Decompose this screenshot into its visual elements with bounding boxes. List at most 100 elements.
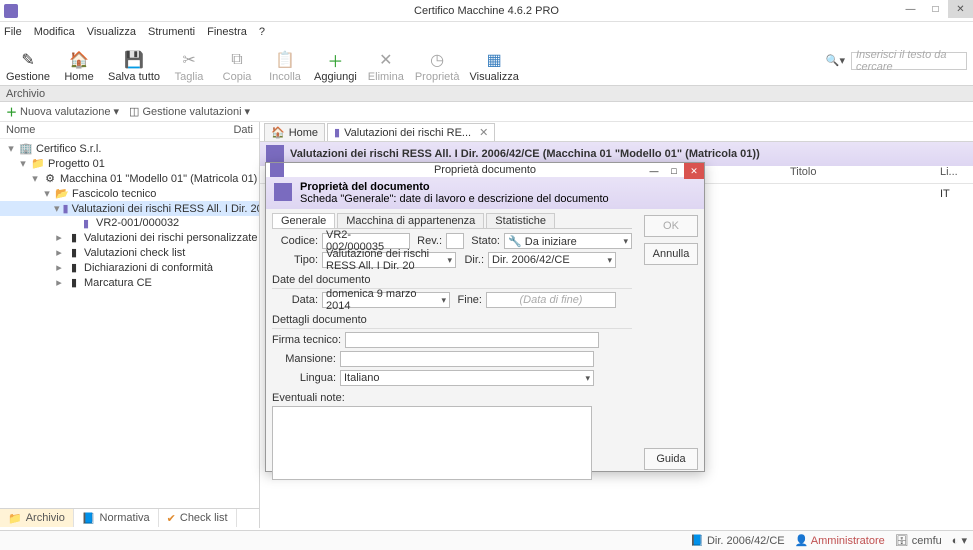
btab-normativa[interactable]: 📘Normativa xyxy=(74,509,159,527)
status-bar: 📘 Dir. 2006/42/CE 👤 Amministratore 🗄 cem… xyxy=(0,530,973,550)
lbl-stato: Stato: xyxy=(468,235,500,247)
tab-valutazioni[interactable]: ▮Valutazioni dei rischi RE...✕ xyxy=(327,123,495,141)
input-rev[interactable] xyxy=(446,233,464,249)
doc-icon: ▮ xyxy=(334,126,340,139)
tab-close-icon[interactable]: ✕ xyxy=(479,126,488,139)
lbl-tipo: Tipo: xyxy=(272,254,318,266)
btab-archivio[interactable]: 📁Archivio xyxy=(0,509,74,527)
status-dir: 📘 Dir. 2006/42/CE xyxy=(690,534,784,547)
nuova-valutazione-button[interactable]: ＋Nuova valutazione▾ xyxy=(6,104,119,120)
lbl-codice: Codice: xyxy=(272,235,318,247)
ce-icon: ▮ xyxy=(67,277,81,289)
search-icon[interactable]: 🔍▾ xyxy=(826,54,845,67)
tree-macchina[interactable]: ▾⚙Macchina 01 "Modello 01" (Matricola 01… xyxy=(0,171,259,186)
select-lingua[interactable]: Italiano▾ xyxy=(340,370,594,386)
menu-visualizza[interactable]: Visualizza xyxy=(87,26,136,38)
lbl-dir: Dir.: xyxy=(460,254,484,266)
ribbon-salva[interactable]: 💾Salva tutto xyxy=(108,50,160,83)
banner-icon xyxy=(266,145,284,163)
dialog-titlebar[interactable]: Proprietà documento — □ ✕ xyxy=(266,163,704,177)
menu-file[interactable]: File xyxy=(4,26,22,38)
btab-checklist[interactable]: ✔Check list xyxy=(159,509,237,527)
dialog-banner: Proprietà del documento Scheda "Generale… xyxy=(266,177,704,209)
cut-icon: ✂ xyxy=(179,50,199,70)
dlg-tab-generale[interactable]: Generale xyxy=(272,213,335,228)
tree-val-check[interactable]: ▸▮Valutazioni check list xyxy=(0,245,259,260)
tree-col-nome[interactable]: Nome xyxy=(6,124,35,136)
input-mansione[interactable] xyxy=(340,351,594,367)
folder-icon: 📂 xyxy=(55,188,69,200)
ok-button[interactable]: OK xyxy=(644,215,698,237)
menu-finestra[interactable]: Finestra xyxy=(207,26,247,38)
tree-marc[interactable]: ▸▮Marcatura CE xyxy=(0,275,259,290)
archive-icon: 📁 xyxy=(8,512,22,525)
ribbon-visualizza[interactable]: ▦Visualizza xyxy=(469,50,518,83)
dialog-banner-title: Proprietà del documento xyxy=(300,181,430,193)
section-dettagli: Dettagli documento xyxy=(272,314,632,326)
tree-col-dati[interactable]: Dati xyxy=(233,124,253,136)
ribbon-copia[interactable]: ⧉Copia xyxy=(218,50,256,83)
dlg-tab-stat[interactable]: Statistiche xyxy=(486,213,555,228)
dialog-proprieta: Proprietà documento — □ ✕ Proprietà del … xyxy=(265,162,705,472)
input-firma[interactable] xyxy=(345,332,599,348)
gestione-valutazioni-button[interactable]: ◫Gestione valutazioni▾ xyxy=(129,105,250,118)
dialog-icon xyxy=(270,163,284,177)
app-icon xyxy=(4,4,18,18)
tree-fascicolo[interactable]: ▾📂Fascicolo tecnico xyxy=(0,186,259,201)
ribbon-elimina[interactable]: ✕Elimina xyxy=(367,50,405,83)
home-icon: 🏠 xyxy=(271,126,285,139)
ribbon-incolla[interactable]: 📋Incolla xyxy=(266,50,304,83)
doc-icon: ▮ xyxy=(67,232,81,244)
section-date: Date del documento xyxy=(272,274,632,286)
annulla-button[interactable]: Annulla xyxy=(644,243,698,265)
tree-dich[interactable]: ▸▮Dichiarazioni di conformità xyxy=(0,260,259,275)
input-fine[interactable]: (Data di fine) xyxy=(486,292,616,308)
input-codice[interactable]: VR2-002/000035 xyxy=(322,233,410,249)
tree-progetto[interactable]: ▾📁Progetto 01 xyxy=(0,156,259,171)
lbl-mansione: Mansione: xyxy=(272,353,336,365)
archivio-bar: Archivio xyxy=(0,86,973,102)
maximize-button[interactable]: □ xyxy=(923,0,948,18)
tree-val-pers[interactable]: ▸▮Valutazioni dei rischi personalizzate xyxy=(0,230,259,245)
tree-bottom-tabs: 📁Archivio 📘Normativa ✔Check list xyxy=(0,508,259,528)
close-button[interactable]: ✕ xyxy=(948,0,973,18)
col-li[interactable]: Li... xyxy=(940,166,970,183)
tree-root[interactable]: ▾🏢Certifico S.r.l.(+39 075 xyxy=(0,141,259,156)
ribbon-taglia[interactable]: ✂Taglia xyxy=(170,50,208,83)
input-data[interactable]: domenica 9 marzo 2014▾ xyxy=(322,292,450,308)
dialog-maximize[interactable]: □ xyxy=(664,163,684,179)
manage-icon: ◫ xyxy=(129,105,139,118)
ribbon-home[interactable]: 🏠Home xyxy=(60,50,98,83)
lbl-note: Eventuali note: xyxy=(272,392,632,404)
check-icon: ✔ xyxy=(167,512,176,525)
machine-icon: ⚙ xyxy=(43,173,57,185)
doc-icon: ▮ xyxy=(67,262,81,274)
ribbon: ✎Gestione 🏠Home 💾Salva tutto ✂Taglia ⧉Co… xyxy=(0,42,973,86)
ribbon-proprieta[interactable]: ◷Proprietà xyxy=(415,50,460,83)
ribbon-aggiungi[interactable]: ＋Aggiungi xyxy=(314,50,357,83)
select-stato[interactable]: 🔧 Da iniziare▾ xyxy=(504,233,632,249)
add-icon: ＋ xyxy=(325,50,345,70)
doc-icon: ▮ xyxy=(67,247,81,259)
dialog-close[interactable]: ✕ xyxy=(684,163,704,179)
menu-modifica[interactable]: Modifica xyxy=(34,26,75,38)
status-zoom-icon[interactable]: ◐ ▾ xyxy=(952,534,967,547)
select-tipo: Valutazione dei rischi RESS All. I Dir. … xyxy=(322,252,456,268)
copy-icon: ⧉ xyxy=(227,50,247,70)
tree-val-ress[interactable]: ▾▮Valutazioni dei rischi RESS All. I Dir… xyxy=(0,201,259,216)
ribbon-gestione[interactable]: ✎Gestione xyxy=(6,50,50,83)
tree-vr-code[interactable]: ▮VR2-001/000032 xyxy=(0,216,259,230)
paste-icon: 📋 xyxy=(275,50,295,70)
minimize-button[interactable]: — xyxy=(898,0,923,18)
dialog-minimize[interactable]: — xyxy=(644,163,664,179)
col-titolo[interactable]: Titolo xyxy=(790,166,940,183)
tab-home[interactable]: 🏠Home xyxy=(264,123,325,141)
search-input[interactable]: Inserisci il testo da cercare xyxy=(851,52,967,70)
textarea-note[interactable] xyxy=(272,406,592,480)
guida-button[interactable]: Guida xyxy=(644,448,698,470)
dlg-tab-macchina[interactable]: Macchina di appartenenza xyxy=(337,213,484,228)
tree[interactable]: ▾🏢Certifico S.r.l.(+39 075 ▾📁Progetto 01… xyxy=(0,139,259,508)
menu-help[interactable]: ? xyxy=(259,26,265,38)
window-title: Certifico Macchine 4.6.2 PRO xyxy=(414,5,559,17)
menu-strumenti[interactable]: Strumenti xyxy=(148,26,195,38)
